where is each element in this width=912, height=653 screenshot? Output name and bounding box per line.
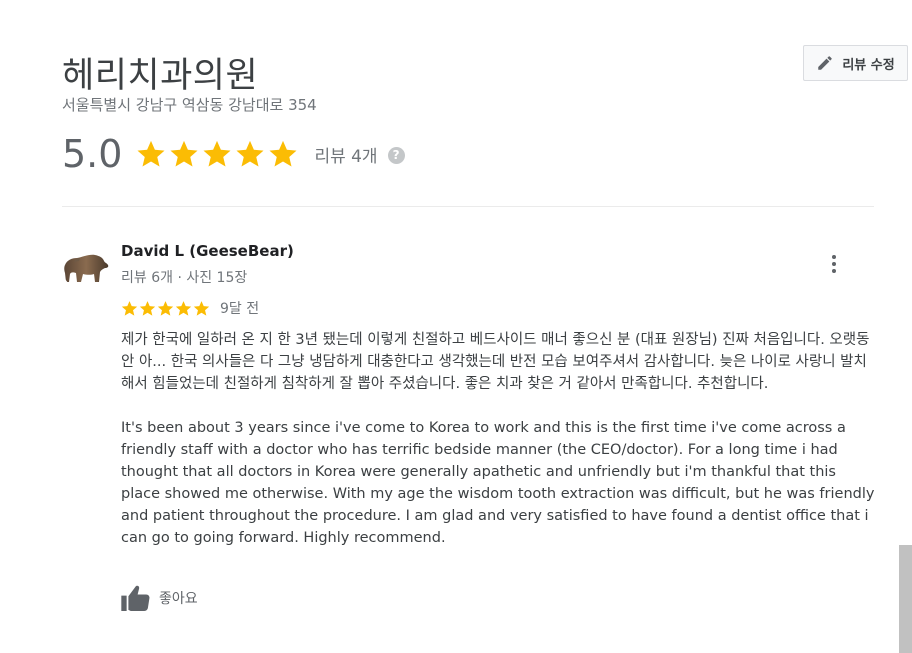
star-icon	[193, 300, 210, 316]
star-icon	[175, 300, 192, 316]
review-date: 9달 전	[220, 301, 260, 317]
star-icon	[121, 300, 138, 316]
more-vert-icon[interactable]	[824, 252, 844, 276]
scrollbar-thumb[interactable]	[899, 545, 912, 653]
bear-avatar-icon[interactable]	[62, 243, 110, 291]
dot	[832, 262, 836, 266]
pencil-icon	[818, 56, 833, 70]
rating-stars	[136, 139, 298, 169]
star-icon	[269, 140, 297, 167]
review-stars	[121, 300, 210, 317]
divider	[62, 206, 874, 207]
thumbs-up-icon	[121, 585, 150, 611]
place-title: 헤리치과의원	[62, 56, 259, 96]
rating-value: 5.0	[62, 132, 123, 176]
help-icon[interactable]: ?	[387, 146, 405, 164]
edit-review-button[interactable]: 리뷰 수정	[803, 45, 908, 81]
review-text: 제가 한국에 일하러 온 지 한 3년 됐는데 이렇게 친절하고 베드사이드 매…	[121, 329, 876, 549]
review-text-ko: 제가 한국에 일하러 온 지 한 3년 됐는데 이렇게 친절하고 베드사이드 매…	[121, 332, 870, 392]
review-rating-row: 9달 전	[121, 298, 259, 318]
like-label: 좋아요	[159, 591, 198, 607]
dot	[832, 269, 836, 273]
place-rating-row: 5.0 리뷰 4개 ?	[62, 132, 405, 176]
star-icon	[170, 140, 198, 167]
star-icon	[137, 140, 165, 167]
star-icon	[236, 140, 264, 167]
star-icon	[157, 300, 174, 316]
review-text-en: It's been about 3 years since i've come …	[121, 420, 875, 546]
place-address: 서울특별시 강남구 역삼동 강남대로 354	[62, 96, 317, 114]
star-icon	[203, 140, 231, 167]
review-count: 리뷰 4개	[314, 146, 378, 167]
dot	[832, 255, 836, 259]
like-button[interactable]: 좋아요	[121, 585, 198, 611]
reviewer-meta: 리뷰 6개 · 사진 15장	[121, 270, 248, 286]
edit-review-label: 리뷰 수정	[842, 57, 895, 73]
star-icon	[139, 300, 156, 316]
reviewer-name[interactable]: David L (GeeseBear)	[121, 242, 294, 260]
